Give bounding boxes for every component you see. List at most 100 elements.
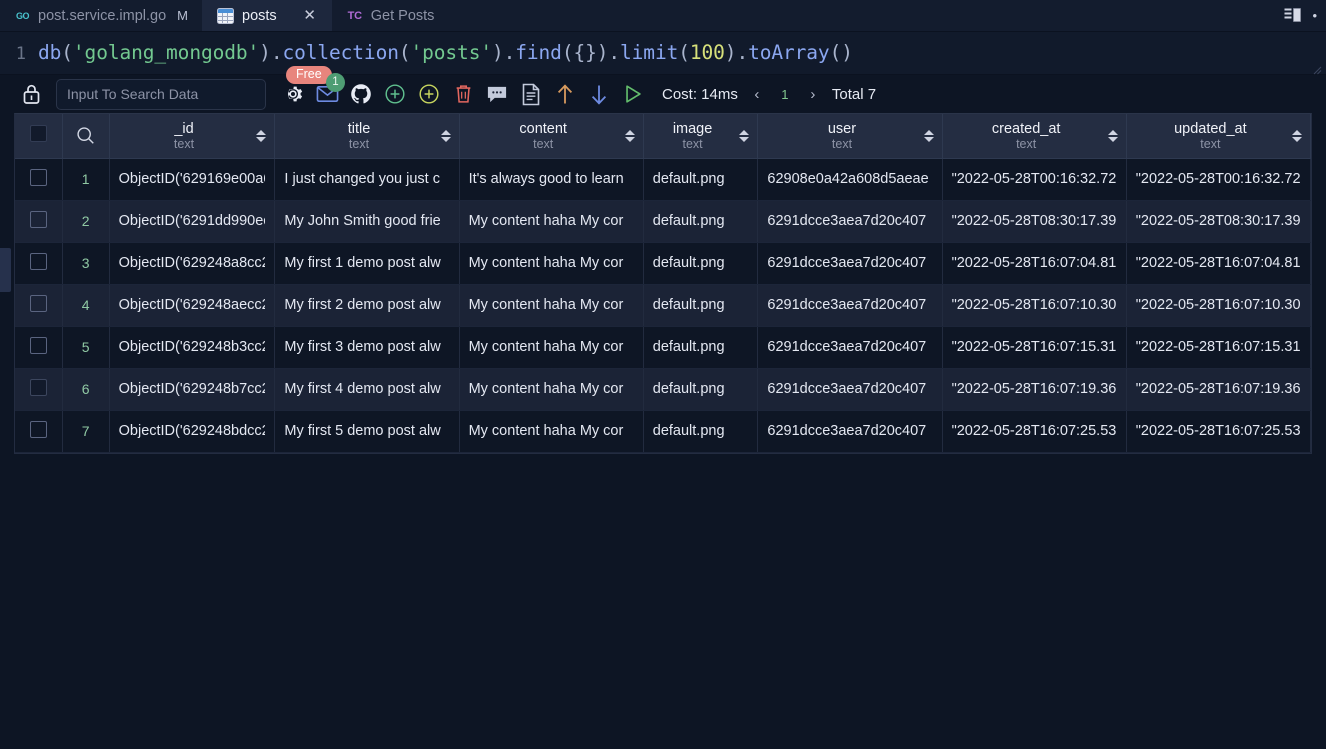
cell-image[interactable]: default.png [643,158,758,200]
more-options-icon[interactable]: • [1312,9,1318,22]
column-header-_id[interactable]: _id text [109,114,275,158]
cell-image[interactable]: default.png [643,284,758,326]
run-play-icon[interactable] [616,77,650,111]
search-column-header[interactable] [62,114,109,158]
tab-get-posts[interactable]: TC Get Posts [332,0,449,31]
cell-created_at[interactable]: "2022-05-28T16:07:04.81 [942,242,1126,284]
cell-content[interactable]: My content haha My cor [459,284,643,326]
cell-user[interactable]: 6291dcce3aea7d20c407 [758,242,942,284]
cell-content[interactable]: It's always good to learn [459,158,643,200]
cell-updated_at[interactable]: "2022-05-28T16:07:04.81 [1126,242,1310,284]
cell-created_at[interactable]: "2022-05-28T16:07:25.53 [942,410,1126,452]
cell-content[interactable]: My content haha My cor [459,368,643,410]
sort-toggle-icon[interactable] [739,130,749,142]
cell-_id[interactable]: ObjectID('629248b7cc2f [109,368,275,410]
table-row[interactable]: 3 ObjectID('629248a8cc2f My first 1 demo… [15,242,1311,284]
query-code[interactable]: db('golang_mongodb').collection('posts')… [38,41,853,64]
cell-title[interactable]: My John Smith good frie [275,200,459,242]
search-input[interactable] [67,86,255,102]
cell-title[interactable]: My first 1 demo post alw [275,242,459,284]
row-select-cell[interactable] [15,200,62,242]
vertical-scroll-indicator[interactable] [0,248,11,292]
tab-post-service-impl-go[interactable]: GO post.service.impl.go M [0,0,202,31]
cell-updated_at[interactable]: "2022-05-28T16:07:19.36 [1126,368,1310,410]
row-checkbox[interactable] [30,421,47,438]
panel-layout-icon[interactable] [1284,8,1302,23]
row-checkbox[interactable] [30,169,47,186]
cell-_id[interactable]: ObjectID('629248aecc2f [109,284,275,326]
cell-created_at[interactable]: "2022-05-28T16:07:19.36 [942,368,1126,410]
cell-updated_at[interactable]: "2022-05-28T00:16:32.72 [1126,158,1310,200]
cell-_id[interactable]: ObjectID('629248a8cc2f [109,242,275,284]
close-icon[interactable]: ✕ [302,8,318,24]
cell-content[interactable]: My content haha My cor [459,410,643,452]
column-header-title[interactable]: title text [275,114,459,158]
row-checkbox[interactable] [30,337,47,354]
cell-user[interactable]: 6291dcce3aea7d20c407 [758,326,942,368]
trash-icon[interactable] [446,77,480,111]
cell-updated_at[interactable]: "2022-05-28T16:07:10.30 [1126,284,1310,326]
row-select-cell[interactable] [15,158,62,200]
sort-toggle-icon[interactable] [1108,130,1118,142]
row-checkbox[interactable] [30,253,47,270]
cell-_id[interactable]: ObjectID('6291dd990ecf [109,200,275,242]
github-icon[interactable] [344,77,378,111]
sort-toggle-icon[interactable] [1292,130,1302,142]
arrow-down-icon[interactable] [582,77,616,111]
column-header-updated_at[interactable]: updated_at text [1126,114,1310,158]
editor-resize-handle[interactable] [1313,62,1322,71]
comment-icon[interactable] [480,77,514,111]
cell-user[interactable]: 6291dcce3aea7d20c407 [758,410,942,452]
cell-user[interactable]: 6291dcce3aea7d20c407 [758,200,942,242]
row-checkbox[interactable] [30,379,47,396]
cell-updated_at[interactable]: "2022-05-28T08:30:17.39 [1126,200,1310,242]
cell-_id[interactable]: ObjectID('629248b3cc2f [109,326,275,368]
sort-toggle-icon[interactable] [441,130,451,142]
cell-title[interactable]: I just changed you just c [275,158,459,200]
cell-image[interactable]: default.png [643,242,758,284]
arrow-up-icon[interactable] [548,77,582,111]
current-page-number[interactable]: 1 [774,87,796,102]
column-header-created_at[interactable]: created_at text [942,114,1126,158]
cell-created_at[interactable]: "2022-05-28T16:07:15.31 [942,326,1126,368]
cell-image[interactable]: default.png [643,326,758,368]
column-header-user[interactable]: user text [758,114,942,158]
lock-icon[interactable] [14,77,48,111]
row-select-cell[interactable] [15,326,62,368]
row-checkbox[interactable] [30,211,47,228]
search-icon[interactable] [71,126,101,145]
table-row[interactable]: 1 ObjectID('629169e00a6c I just changed … [15,158,1311,200]
cell-image[interactable]: default.png [643,200,758,242]
sort-toggle-icon[interactable] [625,130,635,142]
cell-title[interactable]: My first 4 demo post alw [275,368,459,410]
add-circle-icon[interactable] [378,77,412,111]
cell-created_at[interactable]: "2022-05-28T00:16:32.72 [942,158,1126,200]
cell-image[interactable]: default.png [643,410,758,452]
tab-posts[interactable]: posts ✕ [202,0,332,31]
cell-created_at[interactable]: "2022-05-28T08:30:17.39 [942,200,1126,242]
cell-content[interactable]: My content haha My cor [459,326,643,368]
column-header-content[interactable]: content text [459,114,643,158]
cell-title[interactable]: My first 5 demo post alw [275,410,459,452]
cell-_id[interactable]: ObjectID('629248bdcc2f [109,410,275,452]
cell-updated_at[interactable]: "2022-05-28T16:07:15.31 [1126,326,1310,368]
row-select-cell[interactable] [15,242,62,284]
cell-image[interactable]: default.png [643,368,758,410]
cell-updated_at[interactable]: "2022-05-28T16:07:25.53 [1126,410,1310,452]
row-select-cell[interactable] [15,410,62,452]
document-icon[interactable] [514,77,548,111]
next-page-button[interactable]: › [800,81,826,107]
prev-page-button[interactable]: ‹ [744,81,770,107]
row-select-cell[interactable] [15,284,62,326]
row-select-cell[interactable] [15,368,62,410]
cell-created_at[interactable]: "2022-05-28T16:07:10.30 [942,284,1126,326]
column-header-image[interactable]: image text [643,114,758,158]
table-row[interactable]: 6 ObjectID('629248b7cc2f My first 4 demo… [15,368,1311,410]
table-row[interactable]: 7 ObjectID('629248bdcc2f My first 5 demo… [15,410,1311,452]
table-row[interactable]: 5 ObjectID('629248b3cc2f My first 3 demo… [15,326,1311,368]
select-all-checkbox[interactable] [30,125,47,142]
search-data-box[interactable] [56,79,266,110]
gear-icon[interactable]: Free [276,77,310,111]
cell-title[interactable]: My first 2 demo post alw [275,284,459,326]
cell-user[interactable]: 6291dcce3aea7d20c407 [758,368,942,410]
